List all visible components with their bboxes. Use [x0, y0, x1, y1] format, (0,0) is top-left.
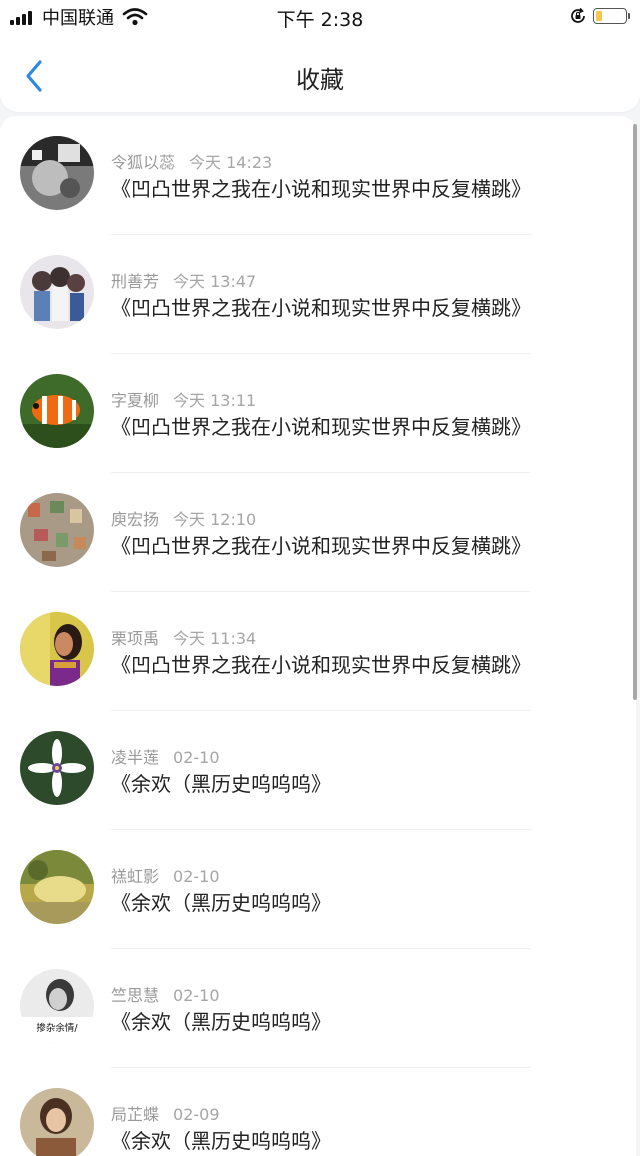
- author-name: 局芷蝶: [111, 1105, 160, 1124]
- battery-level: [596, 11, 602, 21]
- author-name: 竺思慧: [111, 986, 160, 1005]
- item-title: 《余欢（黑历史呜呜呜》: [111, 772, 331, 796]
- item-time: 今天 14:23: [189, 153, 273, 172]
- list-item[interactable]: 掺杂余情/ 竺思慧 02-10 《余欢（黑历史呜呜呜》: [0, 949, 636, 1068]
- avatar[interactable]: [20, 136, 94, 210]
- avatar[interactable]: [20, 493, 94, 567]
- avatar-image: [20, 612, 94, 686]
- avatar[interactable]: [20, 850, 94, 924]
- item-time: 02-10: [173, 748, 220, 767]
- list-item[interactable]: 禚虹影 02-10 《余欢（黑历史呜呜呜》: [0, 830, 636, 949]
- item-time: 今天 13:11: [173, 391, 257, 410]
- avatar[interactable]: 掺杂余情/: [20, 969, 94, 1043]
- status-time: 下午 2:38: [276, 9, 364, 31]
- author-name: 栗项禹: [111, 629, 160, 648]
- author-name: 刑善芳: [111, 272, 160, 291]
- author-name: 凌半莲: [111, 748, 160, 767]
- list-item[interactable]: 令狐以蕊 今天 14:23 《凹凸世界之我在小说和现实世界中反复横跳》: [0, 116, 636, 235]
- avatar-caption: 掺杂余情/: [36, 1022, 78, 1034]
- page-title: 收藏: [296, 66, 344, 94]
- scrollbar[interactable]: [633, 124, 637, 700]
- item-meta: 刑善芳 今天 13:47: [111, 268, 256, 292]
- status-bar: 中国联通 下午 2:38: [0, 0, 640, 36]
- author-name: 令狐以蕊: [111, 153, 176, 172]
- avatar[interactable]: [20, 731, 94, 805]
- item-meta: 禚虹影 02-10: [111, 863, 220, 887]
- avatar-image: [20, 493, 94, 567]
- avatar-image: [20, 1088, 94, 1156]
- battery-icon: [593, 8, 627, 24]
- item-title: 《余欢（黑历史呜呜呜》: [111, 1129, 331, 1153]
- item-title: 《凹凸世界之我在小说和现实世界中反复横跳》: [111, 534, 531, 558]
- item-title: 《余欢（黑历史呜呜呜》: [111, 891, 331, 915]
- author-name: 字夏柳: [111, 391, 160, 410]
- item-time: 今天 11:34: [173, 629, 257, 648]
- item-time: 02-09: [173, 1105, 220, 1124]
- list-item[interactable]: 局芷蝶 02-09 《余欢（黑历史呜呜呜》: [0, 1068, 636, 1156]
- avatar[interactable]: [20, 374, 94, 448]
- item-time: 02-10: [173, 867, 220, 886]
- list-item[interactable]: 栗项禹 今天 11:34 《凹凸世界之我在小说和现实世界中反复横跳》: [0, 592, 636, 711]
- item-title: 《凹凸世界之我在小说和现实世界中反复横跳》: [111, 296, 531, 320]
- list-item[interactable]: 凌半莲 02-10 《余欢（黑历史呜呜呜》: [0, 711, 636, 830]
- navigation-bar: 收藏: [0, 36, 640, 112]
- item-meta: 字夏柳 今天 13:11: [111, 387, 256, 411]
- battery-cap: [628, 13, 630, 19]
- avatar[interactable]: [20, 612, 94, 686]
- rotation-lock-icon: [571, 7, 585, 23]
- item-meta: 凌半莲 02-10: [111, 744, 220, 768]
- avatar[interactable]: [20, 255, 94, 329]
- avatar-image: [20, 731, 94, 805]
- avatar-image: [20, 255, 94, 329]
- list-item[interactable]: 刑善芳 今天 13:47 《凹凸世界之我在小说和现实世界中反复横跳》: [0, 235, 636, 354]
- item-title: 《凹凸世界之我在小说和现实世界中反复横跳》: [111, 415, 531, 439]
- item-meta: 局芷蝶 02-09: [111, 1101, 220, 1125]
- item-time: 02-10: [173, 986, 220, 1005]
- status-right: [569, 7, 630, 25]
- item-title: 《凹凸世界之我在小说和现实世界中反复横跳》: [111, 653, 531, 677]
- item-time: 今天 12:10: [173, 510, 257, 529]
- item-meta: 庾宏扬 今天 12:10: [111, 506, 256, 530]
- item-meta: 竺思慧 02-10: [111, 982, 220, 1006]
- avatar[interactable]: [20, 1088, 94, 1156]
- item-time: 今天 13:47: [173, 272, 257, 291]
- author-name: 禚虹影: [111, 867, 160, 886]
- favorites-list[interactable]: 令狐以蕊 今天 14:23 《凹凸世界之我在小说和现实世界中反复横跳》 刑善芳 今天…: [0, 116, 636, 1156]
- avatar-image: 掺杂余情/: [20, 969, 94, 1043]
- list-item[interactable]: 庾宏扬 今天 12:10 《凹凸世界之我在小说和现实世界中反复横跳》: [0, 473, 636, 592]
- avatar-image: [20, 136, 94, 210]
- author-name: 庾宏扬: [111, 510, 160, 529]
- item-title: 《凹凸世界之我在小说和现实世界中反复横跳》: [111, 177, 531, 201]
- list-item[interactable]: 字夏柳 今天 13:11 《凹凸世界之我在小说和现实世界中反复横跳》: [0, 354, 636, 473]
- avatar-image: [20, 374, 94, 448]
- item-title: 《余欢（黑历史呜呜呜》: [111, 1010, 331, 1034]
- item-meta: 栗项禹 今天 11:34: [111, 625, 256, 649]
- avatar-image: [20, 850, 94, 924]
- item-meta: 令狐以蕊 今天 14:23: [111, 149, 272, 173]
